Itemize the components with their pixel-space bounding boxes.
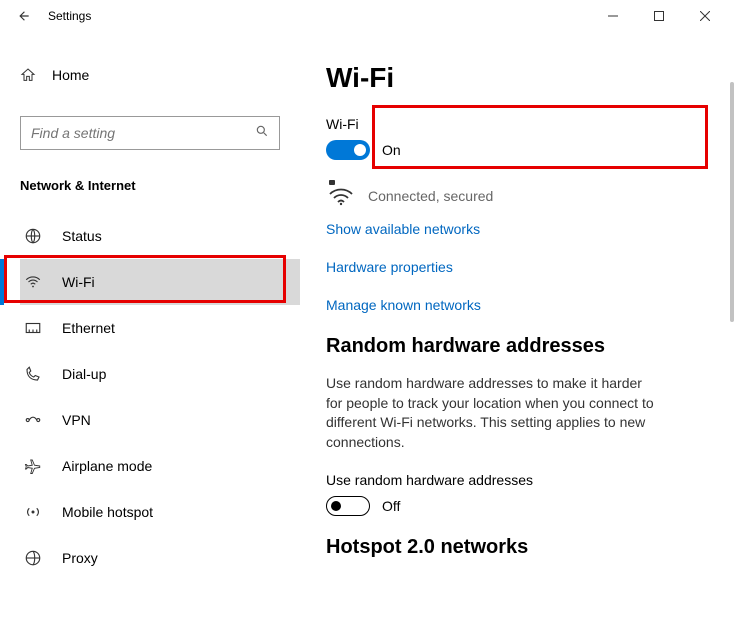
link-hardware-properties[interactable]: Hardware properties (326, 259, 700, 275)
sidebar-item-status[interactable]: Status (20, 213, 300, 259)
proxy-icon (24, 549, 42, 567)
home-nav[interactable]: Home (20, 56, 300, 94)
hotspot-icon (24, 503, 42, 521)
vpn-icon (24, 411, 42, 429)
link-manage-known-networks[interactable]: Manage known networks (326, 297, 700, 313)
sidebar-item-proxy[interactable]: Proxy (20, 535, 300, 581)
hotspot2-heading: Hotspot 2.0 networks (326, 536, 700, 559)
random-hw-desc: Use random hardware addresses to make it… (326, 374, 656, 452)
sidebar-item-wifi[interactable]: Wi-Fi (20, 259, 300, 305)
home-label: Home (52, 67, 89, 83)
sidebar-item-hotspot[interactable]: Mobile hotspot (20, 489, 300, 535)
link-show-networks[interactable]: Show available networks (326, 221, 700, 237)
sidebar-item-label: Proxy (62, 550, 98, 566)
close-icon (700, 11, 710, 21)
window-title: Settings (48, 9, 91, 23)
home-icon (20, 67, 36, 83)
titlebar: Settings (0, 0, 736, 32)
random-hw-heading: Random hardware addresses (326, 335, 700, 358)
random-hw-toggle-label: Use random hardware addresses (326, 472, 700, 488)
minimize-icon (608, 11, 618, 21)
sidebar-item-label: Airplane mode (62, 458, 152, 474)
page-title: Wi-Fi (326, 62, 700, 94)
wifi-secured-icon (326, 180, 356, 211)
wifi-icon (24, 273, 42, 291)
sidebar-item-airplane[interactable]: Airplane mode (20, 443, 300, 489)
wifi-toggle[interactable] (326, 140, 370, 160)
ethernet-icon (24, 319, 42, 337)
wifi-toggle-state: On (382, 142, 401, 158)
sidebar-item-label: VPN (62, 412, 91, 428)
search-icon (255, 124, 269, 143)
section-title: Network & Internet (20, 178, 300, 193)
sidebar-item-vpn[interactable]: VPN (20, 397, 300, 443)
maximize-button[interactable] (636, 0, 682, 32)
status-icon (24, 227, 42, 245)
arrow-left-icon (17, 9, 31, 23)
connection-status: Connected, secured (368, 188, 493, 204)
scrollbar[interactable] (730, 82, 734, 322)
random-hw-toggle[interactable] (326, 496, 370, 516)
sidebar-item-label: Dial-up (62, 366, 106, 382)
dialup-icon (24, 365, 42, 383)
sidebar-item-dialup[interactable]: Dial-up (20, 351, 300, 397)
sidebar-item-label: Status (62, 228, 102, 244)
back-button[interactable] (8, 0, 40, 32)
minimize-button[interactable] (590, 0, 636, 32)
maximize-icon (654, 11, 664, 21)
wifi-toggle-label: Wi-Fi (326, 116, 700, 132)
sidebar-item-label: Ethernet (62, 320, 115, 336)
main-panel: Wi-Fi Wi-Fi On Connected, secured Show a… (300, 32, 736, 631)
airplane-icon (24, 457, 42, 475)
sidebar: Home Network & Internet Status Wi-Fi Eth… (0, 32, 300, 631)
sidebar-item-label: Mobile hotspot (62, 504, 153, 520)
sidebar-item-label: Wi-Fi (62, 274, 95, 290)
close-button[interactable] (682, 0, 728, 32)
search-input[interactable] (31, 125, 255, 141)
search-box[interactable] (20, 116, 280, 150)
random-hw-toggle-state: Off (382, 498, 400, 514)
sidebar-item-ethernet[interactable]: Ethernet (20, 305, 300, 351)
